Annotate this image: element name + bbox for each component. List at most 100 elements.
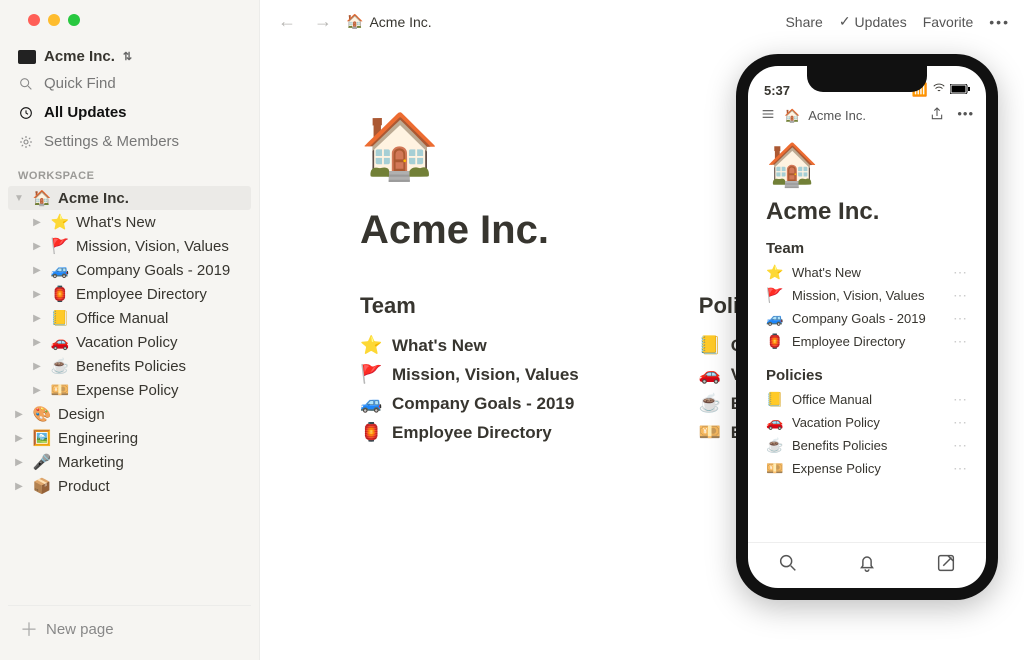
nav-forward-button[interactable]: → (310, 9, 336, 34)
disclosure-triangle-icon[interactable]: ▶ (30, 289, 44, 300)
phone-link-more-icon[interactable]: ⋯ (953, 391, 968, 408)
gear-icon (18, 134, 34, 150)
new-page-label: New page (46, 621, 114, 638)
sidebar-page-item[interactable]: ▶🖼️Engineering (8, 426, 251, 450)
sidebar-page-item[interactable]: ▶🏮Employee Directory (26, 282, 251, 306)
favorite-button[interactable]: Favorite (923, 14, 974, 30)
column-heading[interactable]: Team (360, 293, 579, 319)
phone-page-link[interactable]: 💴Expense Policy⋯ (766, 457, 968, 480)
sidebar-page-item[interactable]: ▶🎨Design (8, 402, 251, 426)
sidebar-page-item[interactable]: ▶⭐What's New (26, 210, 251, 234)
sidebar-page-item[interactable]: ▶📦Product (8, 474, 251, 498)
phone-page-icon[interactable]: 🏠 (766, 141, 968, 190)
page-item-label: Acme Inc. (58, 190, 129, 207)
sidebar-page-item[interactable]: ▶☕Benefits Policies (26, 354, 251, 378)
page-link[interactable]: 🏮Employee Directory (360, 418, 579, 447)
disclosure-triangle-icon[interactable]: ▶ (30, 241, 44, 252)
phone-mockup: 5:37 📶 🏠 Acme Inc. ••• 🏠 Acme Inc. (736, 54, 998, 600)
new-page-button[interactable]: ＋ New page (8, 605, 251, 652)
phone-page-link[interactable]: 🚙 Company Goals - 2019 ⋯ (766, 307, 968, 330)
phone-link-more-icon[interactable]: ⋯ (953, 460, 968, 477)
phone-page-link[interactable]: 🏮Employee Directory⋯ (766, 330, 968, 353)
workspace-logo-icon (18, 50, 36, 64)
page-link[interactable]: 🚩Mission, Vision, Values (360, 360, 579, 389)
page-link-icon: 💴 (699, 422, 721, 443)
page-item-label: What's New (76, 214, 156, 231)
sidebar-page-item[interactable]: ▼🏠Acme Inc. (8, 186, 251, 210)
topbar: ← → 🏠 Acme Inc. Share ✓ Updates Favorite… (260, 0, 1024, 44)
phone-link-more-icon[interactable]: ⋯ (953, 287, 968, 304)
page-link-label: Company Goals - 2019 (392, 394, 574, 414)
phone-link-more-icon[interactable]: ⋯ (953, 264, 968, 281)
phone-time: 5:37 (764, 83, 790, 98)
page-link-label: Employee Directory (392, 423, 552, 443)
disclosure-triangle-icon[interactable]: ▶ (30, 385, 44, 396)
phone-page-link[interactable]: 📒Office Manual⋯ (766, 388, 968, 411)
close-window-button[interactable] (28, 14, 40, 26)
disclosure-triangle-icon[interactable]: ▶ (30, 265, 44, 276)
phone-more-icon[interactable]: ••• (957, 106, 974, 125)
disclosure-triangle-icon[interactable]: ▼ (12, 193, 26, 204)
phone-link-icon: 🚙 (766, 310, 784, 327)
all-updates[interactable]: All Updates (8, 98, 251, 127)
hamburger-icon[interactable] (760, 106, 776, 125)
check-icon: ✓ (839, 13, 851, 30)
disclosure-triangle-icon[interactable]: ▶ (12, 481, 26, 492)
sidebar-page-item[interactable]: ▶📒Office Manual (26, 306, 251, 330)
phone-breadcrumb[interactable]: Acme Inc. (808, 108, 866, 123)
more-menu-button[interactable]: ••• (989, 14, 1010, 30)
share-button[interactable]: Share (785, 14, 822, 30)
sidebar-page-item[interactable]: ▶🚗Vacation Policy (26, 330, 251, 354)
phone-link-label: Company Goals - 2019 (792, 311, 926, 326)
phone-page-link[interactable]: ⭐ What's New ⋯ (766, 261, 968, 284)
phone-link-icon: ⭐ (766, 264, 784, 281)
minimize-window-button[interactable] (48, 14, 60, 26)
page-emoji-icon: 📦 (32, 477, 52, 495)
search-icon (18, 76, 34, 92)
zoom-window-button[interactable] (68, 14, 80, 26)
phone-link-more-icon[interactable]: ⋯ (953, 333, 968, 350)
sidebar-page-item[interactable]: ▶💴Expense Policy (26, 378, 251, 402)
sidebar-page-item[interactable]: ▶🚙Company Goals - 2019 (26, 258, 251, 282)
phone-link-label: Expense Policy (792, 461, 881, 476)
settings-members[interactable]: Settings & Members (8, 127, 251, 156)
sidebar-page-item[interactable]: ▶🎤Marketing (8, 450, 251, 474)
disclosure-triangle-icon[interactable]: ▶ (30, 217, 44, 228)
page-link[interactable]: 🚙Company Goals - 2019 (360, 389, 579, 418)
phone-page-link[interactable]: ☕Benefits Policies⋯ (766, 434, 968, 457)
breadcrumb[interactable]: 🏠 Acme Inc. (346, 13, 432, 30)
phone-page-link[interactable]: 🚩Mission, Vision, Values⋯ (766, 284, 968, 307)
phone-breadcrumb-icon: 🏠 (784, 108, 800, 124)
phone-link-more-icon[interactable]: ⋯ (953, 310, 968, 327)
phone-section-heading[interactable]: Policies (766, 367, 968, 384)
page-emoji-icon: 🚩 (50, 237, 70, 255)
breadcrumb-title: Acme Inc. (369, 14, 431, 30)
quick-find[interactable]: Quick Find (8, 69, 251, 98)
all-updates-label: All Updates (44, 104, 127, 121)
disclosure-triangle-icon[interactable]: ▶ (30, 361, 44, 372)
phone-link-more-icon[interactable]: ⋯ (953, 414, 968, 431)
workspace-switcher[interactable]: Acme Inc. ⇅ (8, 44, 251, 69)
phone-link-label: What's New (792, 265, 861, 280)
page-link[interactable]: ⭐What's New (360, 331, 579, 360)
page-item-label: Office Manual (76, 310, 168, 327)
page-item-label: Expense Policy (76, 382, 179, 399)
share-icon[interactable] (929, 106, 945, 125)
sidebar-page-item[interactable]: ▶🚩Mission, Vision, Values (26, 234, 251, 258)
updates-button[interactable]: ✓ Updates (839, 13, 907, 30)
disclosure-triangle-icon[interactable]: ▶ (12, 433, 26, 444)
phone-section-heading[interactable]: Team (766, 240, 968, 257)
disclosure-triangle-icon[interactable]: ▶ (12, 457, 26, 468)
disclosure-triangle-icon[interactable]: ▶ (12, 409, 26, 420)
phone-search-tab[interactable] (777, 552, 799, 579)
phone-page-link[interactable]: 🚗Vacation Policy⋯ (766, 411, 968, 434)
phone-notifications-tab[interactable] (856, 552, 878, 579)
page-link-icon: ☕ (699, 393, 721, 414)
disclosure-triangle-icon[interactable]: ▶ (30, 313, 44, 324)
phone-compose-tab[interactable] (935, 552, 957, 579)
phone-link-more-icon[interactable]: ⋯ (953, 437, 968, 454)
page-item-label: Marketing (58, 454, 124, 471)
nav-back-button[interactable]: ← (274, 9, 300, 34)
disclosure-triangle-icon[interactable]: ▶ (30, 337, 44, 348)
phone-page-title[interactable]: Acme Inc. (766, 198, 968, 226)
